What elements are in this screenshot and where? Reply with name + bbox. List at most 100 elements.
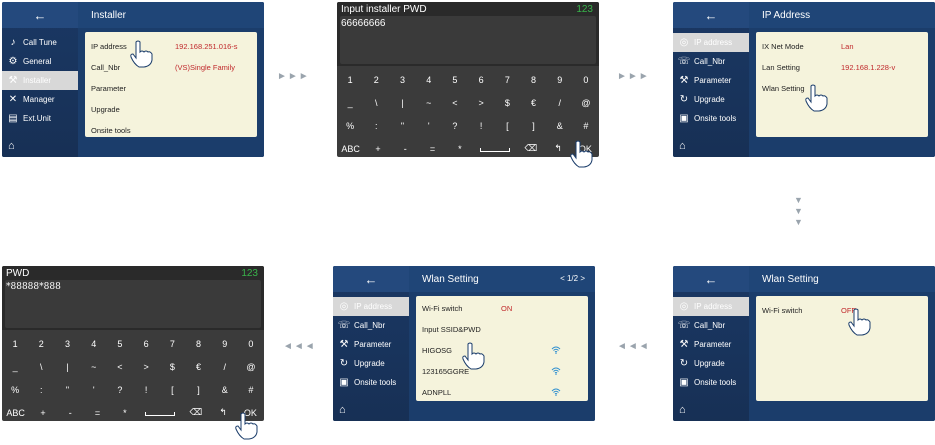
key[interactable]: ? <box>442 121 468 131</box>
key[interactable]: \ <box>28 362 54 372</box>
key[interactable]: " <box>54 385 80 395</box>
back-button[interactable]: ← <box>2 2 78 28</box>
key[interactable]: + <box>29 408 56 418</box>
key[interactable]: [ <box>494 121 520 131</box>
key[interactable]: 1 <box>337 75 363 85</box>
key[interactable]: - <box>57 408 84 418</box>
key[interactable]: 9 <box>547 75 573 85</box>
parameter-item[interactable]: Parameter <box>91 84 126 93</box>
key[interactable]: 6 <box>133 339 159 349</box>
lan-setting-item[interactable]: Lan Setting <box>762 63 800 72</box>
key[interactable]: 0 <box>238 339 264 349</box>
key[interactable]: | <box>54 362 80 372</box>
sidebar-item-onsite-tools[interactable]: ▣ Onsite tools <box>673 109 749 128</box>
key[interactable]: \ <box>363 98 389 108</box>
back-button[interactable]: ← <box>673 266 749 292</box>
key[interactable]: 1 <box>2 339 28 349</box>
onsite-tools-item[interactable]: Onsite tools <box>91 126 131 135</box>
call-nbr-item[interactable]: Call_Nbr <box>91 63 120 72</box>
sidebar-item-call-tune[interactable]: ♪ Call Tune <box>2 33 78 52</box>
key[interactable]: ~ <box>81 362 107 372</box>
key[interactable]: 8 <box>185 339 211 349</box>
sidebar-item-parameter[interactable]: ⚒ Parameter <box>333 335 409 354</box>
key[interactable]: 2 <box>28 339 54 349</box>
key[interactable]: - <box>392 144 419 154</box>
network-item[interactable]: HIGOSG <box>422 346 452 355</box>
key[interactable]: 7 <box>159 339 185 349</box>
key[interactable]: = <box>84 408 111 418</box>
key[interactable]: € <box>520 98 546 108</box>
back-button[interactable]: ← <box>333 266 409 292</box>
key[interactable]: $ <box>159 362 185 372</box>
sidebar-item-call-nbr[interactable]: ☏ Call_Nbr <box>673 316 749 335</box>
key[interactable]: ] <box>185 385 211 395</box>
ip-address-item[interactable]: IP address <box>91 42 127 51</box>
wifi-switch-item[interactable]: Wi-Fi switch <box>762 306 802 315</box>
key[interactable]: ? <box>107 385 133 395</box>
key[interactable]: : <box>363 121 389 131</box>
key[interactable]: % <box>337 121 363 131</box>
input-ssid-pwd-item[interactable]: Input SSID&PWD <box>422 325 481 334</box>
space-key[interactable] <box>138 408 182 418</box>
key[interactable]: ~ <box>416 98 442 108</box>
wlan-setting-item[interactable]: Wlan Setting <box>762 84 805 93</box>
sidebar-item-call-nbr[interactable]: ☏ Call_Nbr <box>333 316 409 335</box>
sidebar-item-ip-address[interactable]: ◎ IP address <box>333 297 409 316</box>
key[interactable]: < <box>107 362 133 372</box>
key[interactable]: 6 <box>468 75 494 85</box>
key[interactable]: ] <box>520 121 546 131</box>
sidebar-item-upgrade[interactable]: ↻ Upgrade <box>673 90 749 109</box>
sidebar-item-manager[interactable]: ✕ Manager <box>2 90 78 109</box>
key[interactable]: % <box>2 385 28 395</box>
key[interactable]: " <box>389 121 415 131</box>
key[interactable]: > <box>133 362 159 372</box>
key[interactable]: > <box>468 98 494 108</box>
network-item[interactable]: ADNPLL <box>422 388 451 397</box>
key[interactable]: : <box>28 385 54 395</box>
key[interactable]: 9 <box>212 339 238 349</box>
key[interactable]: # <box>573 121 599 131</box>
key[interactable]: & <box>212 385 238 395</box>
key[interactable]: 5 <box>107 339 133 349</box>
sidebar-item-upgrade[interactable]: ↻ Upgrade <box>673 354 749 373</box>
sidebar-item-onsite-tools[interactable]: ▣ Onsite tools <box>673 373 749 392</box>
sidebar-item-installer[interactable]: ⚒ Installer <box>2 71 78 90</box>
key[interactable]: 2 <box>363 75 389 85</box>
sidebar-item-call-nbr[interactable]: ☏ Call_Nbr <box>673 52 749 71</box>
back-button[interactable]: ← <box>673 2 749 28</box>
sidebar-item-ip-address[interactable]: ◎ IP address <box>673 33 749 52</box>
key[interactable]: 4 <box>81 339 107 349</box>
home-icon[interactable]: ⌂ <box>679 404 686 416</box>
upgrade-item[interactable]: Upgrade <box>91 105 120 114</box>
key[interactable]: _ <box>2 362 28 372</box>
key[interactable]: ! <box>468 121 494 131</box>
sidebar-item-ext-unit[interactable]: ▤ Ext.Unit <box>2 109 78 128</box>
key[interactable]: @ <box>573 98 599 108</box>
key[interactable]: # <box>238 385 264 395</box>
pager[interactable]: < 1/2 > <box>560 274 585 283</box>
wifi-switch-item[interactable]: Wi-Fi switch <box>422 304 462 313</box>
sidebar-item-onsite-tools[interactable]: ▣ Onsite tools <box>333 373 409 392</box>
key[interactable]: 0 <box>573 75 599 85</box>
ix-net-mode-item[interactable]: IX Net Mode <box>762 42 804 51</box>
key[interactable]: & <box>547 121 573 131</box>
key[interactable]: * <box>111 408 138 418</box>
key[interactable]: 4 <box>416 75 442 85</box>
space-key[interactable] <box>473 144 517 154</box>
key[interactable]: * <box>446 144 473 154</box>
backspace-key[interactable]: ⌫ <box>517 143 544 154</box>
key[interactable]: $ <box>494 98 520 108</box>
key[interactable]: ' <box>81 385 107 395</box>
home-icon[interactable]: ⌂ <box>679 140 686 152</box>
sidebar-item-upgrade[interactable]: ↻ Upgrade <box>333 354 409 373</box>
home-icon[interactable]: ⌂ <box>339 404 346 416</box>
key[interactable]: _ <box>337 98 363 108</box>
key[interactable]: € <box>185 362 211 372</box>
key[interactable]: 3 <box>54 339 80 349</box>
sidebar-item-parameter[interactable]: ⚒ Parameter <box>673 335 749 354</box>
key[interactable]: / <box>547 98 573 108</box>
key[interactable]: | <box>389 98 415 108</box>
home-icon[interactable]: ⌂ <box>8 140 15 152</box>
sidebar-item-parameter[interactable]: ⚒ Parameter <box>673 71 749 90</box>
key[interactable]: + <box>364 144 391 154</box>
